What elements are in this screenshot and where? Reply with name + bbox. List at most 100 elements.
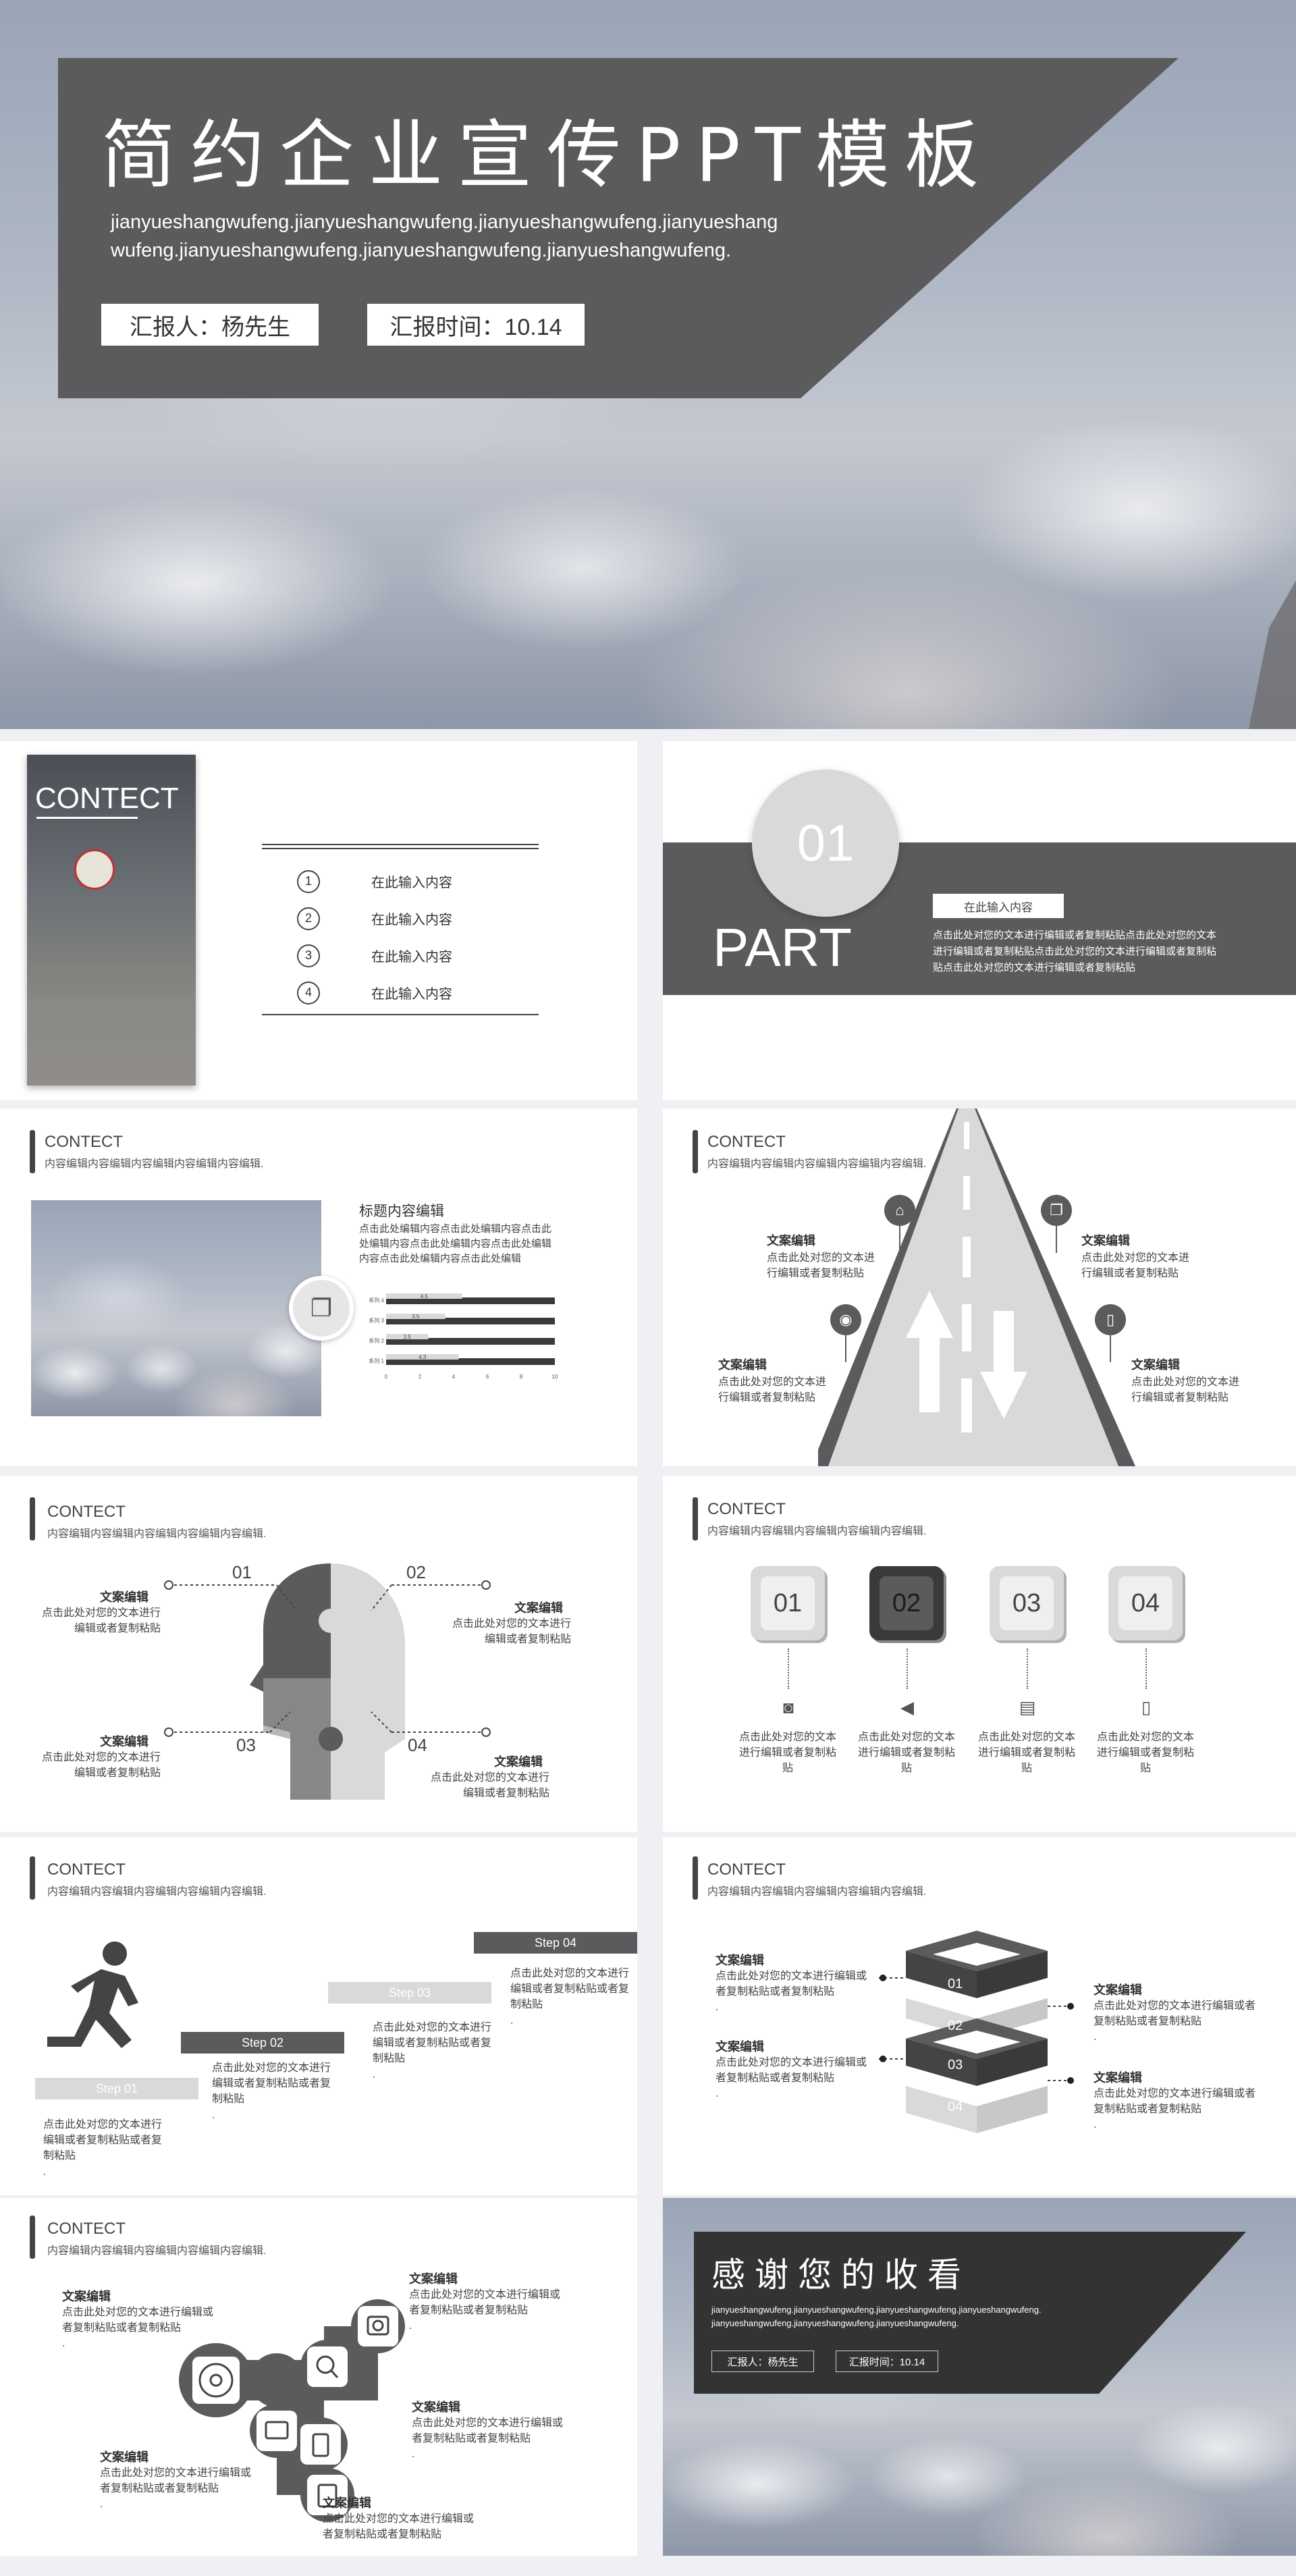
layer-item-dot: .: [1094, 2031, 1097, 2043]
key-connector: [907, 1648, 908, 1689]
key-text: 点击此处对您的文本进行编辑或者复制粘贴: [977, 1732, 1075, 1775]
key-connector: [1027, 1648, 1028, 1689]
part-text: 点击此处对您的文本进行编辑或者复制粘贴点击此处对您的文本进行编辑或者复制粘贴点击…: [933, 930, 1217, 973]
hex-item-dot: .: [409, 2320, 412, 2332]
toc-item[interactable]: 1 在此输入内容: [297, 863, 452, 900]
step-text-dot: .: [510, 2014, 514, 2027]
puzzle-item-title: 文案编辑: [514, 1601, 563, 1615]
slide-subtitle: 内容编辑内容编辑内容编辑内容编辑内容编辑.: [47, 2245, 267, 2257]
cover-slide: 简约企业宣传PPT模板 jianyueshangwufeng.jianyuesh…: [0, 0, 1296, 729]
toc-top-rule-2: [262, 848, 539, 849]
chart-data-label: 4.5: [421, 1293, 429, 1299]
hex-item-title: 文案编辑: [62, 2290, 111, 2303]
key-tile-04[interactable]: 04: [1108, 1566, 1183, 1640]
toc-item-label: 在此输入内容: [371, 987, 452, 1002]
toc-item-number: 2: [297, 907, 320, 930]
puzzle-item-text: 点击此处对您的文本进行编辑或者复制粘贴: [41, 1607, 161, 1635]
hex-item-text: 点击此处对您的文本进行编辑或者复制粘贴或者复制粘贴.: [62, 2305, 219, 2352]
toc-photo-sign: [74, 849, 115, 890]
layer-item-text: 点击此处对您的文本进行编辑或者复制粘贴或者复制粘贴.: [716, 2055, 871, 2102]
hex-item-dot: .: [100, 2498, 103, 2511]
hex-item-dot: .: [62, 2338, 65, 2350]
slide-title: CONTECT: [707, 1500, 786, 1518]
puzzle-item-title: 文案编辑: [494, 1755, 543, 1769]
slide-title: CONTECT: [45, 1133, 123, 1151]
step-text-body: 点击此处对您的文本进行编辑或者复制粘贴或者复制粘贴: [212, 2062, 331, 2105]
toc-item[interactable]: 4 在此输入内容: [297, 974, 452, 1011]
pin-doc-icon: ❐: [1041, 1195, 1072, 1226]
hex-item-dot: .: [412, 2448, 415, 2461]
document-icon: ❐: [289, 1276, 354, 1341]
step-bar-03: Step 03: [328, 1982, 491, 2004]
slide-subtitle: 内容编辑内容编辑内容编辑内容编辑内容编辑.: [707, 1526, 927, 1537]
road-slide: ⌂ ❐ ◉ ▯ CONTECT 内容编辑内容编辑内容编辑内容编辑内容编辑. 文案…: [663, 1108, 1296, 1466]
key-tile-02[interactable]: 02: [869, 1566, 944, 1640]
chart-slide: CONTECT 内容编辑内容编辑内容编辑内容编辑内容编辑. ❐ 标题内容编辑 点…: [0, 1108, 637, 1466]
puzzle-num: 04: [408, 1735, 427, 1755]
slide-title: CONTECT: [47, 2220, 126, 2238]
part-tag: 在此输入内容: [933, 894, 1064, 918]
key-text: 点击此处对您的文本进行编辑或者复制粘贴: [738, 1732, 836, 1775]
document-icon: ▤: [1019, 1696, 1036, 1717]
key-connector: [1145, 1648, 1147, 1689]
layer-item-text: 点击此处对您的文本进行编辑或者复制粘贴或者复制粘贴.: [1094, 1998, 1256, 2045]
chart-tick-label: 8: [520, 1374, 523, 1380]
key-tile-03[interactable]: 03: [990, 1566, 1064, 1640]
step-bar-04: Step 04: [474, 1932, 637, 1954]
road-item-title: 文案编辑: [1081, 1234, 1130, 1247]
puzzle-item-text: 点击此处对您的文本进行编辑或者复制粘贴: [452, 1618, 571, 1646]
hex-item-body: 点击此处对您的文本进行编辑或者复制粘贴或者复制粘贴: [409, 2289, 561, 2317]
hex-item-title: 文案编辑: [412, 2400, 460, 2414]
road-item-title: 文案编辑: [1131, 1358, 1180, 1372]
layer-item-dot: .: [1094, 2119, 1097, 2131]
play-icon: ◀: [900, 1696, 914, 1717]
step-text-dot: .: [212, 2109, 215, 2121]
layers-slide: CONTECT 内容编辑内容编辑内容编辑内容编辑内容编辑. 01 02 03 0…: [663, 1837, 1296, 2195]
chart-category-label: 系列 4: [369, 1297, 384, 1304]
step-bar-02: Step 02: [181, 2032, 344, 2054]
step-text-body: 点击此处对您的文本进行编辑或者复制粘贴或者复制粘贴: [373, 2022, 492, 2065]
layer-item-body: 点击此处对您的文本进行编辑或者复制粘贴或者复制粘贴: [1094, 2088, 1256, 2116]
key-text: 点击此处对您的文本进行编辑或者复制粘贴: [857, 1732, 955, 1775]
chart-heading: 标题内容编辑: [359, 1204, 444, 1219]
part-slide: 01 PART 在此输入内容 点击此处对您的文本进行编辑或者复制粘贴点击此处对您…: [663, 741, 1296, 1100]
chart-text: 点击此处编辑内容点击此处编辑内容点击此处编辑内容点击此处编辑内容点击此处编辑内容…: [359, 1223, 552, 1264]
slide-subtitle: 内容编辑内容编辑内容编辑内容编辑内容编辑.: [45, 1158, 264, 1170]
toc-photo-floor: [27, 998, 196, 1085]
toc-heading-underline: [36, 817, 138, 819]
toc-item[interactable]: 3 在此输入内容: [297, 937, 452, 974]
pin-tag-icon: ⌂: [884, 1195, 915, 1226]
puzzle-num: 03: [236, 1735, 256, 1755]
slide-accent-bar: [693, 1130, 698, 1173]
road-item-text: 点击此处对您的文本进行编辑或者复制粘贴: [767, 1252, 875, 1280]
toc-top-rule: [262, 844, 539, 845]
key-tile-01[interactable]: 01: [751, 1566, 825, 1640]
layer-item-title: 文案编辑: [1094, 1983, 1142, 1997]
pin-phone-icon: ▯: [1095, 1304, 1126, 1335]
ending-slide: 感谢您的收看 jianyueshangwufeng.jianyueshangwu…: [663, 2198, 1296, 2556]
step-text: 点击此处对您的文本进行编辑或者复制粘贴或者复制粘贴.: [212, 2060, 340, 2123]
layer-item-body: 点击此处对您的文本进行编辑或者复制粘贴或者复制粘贴: [716, 1970, 867, 1998]
cloud-photo: [31, 1200, 321, 1416]
puzzle-head-slide: CONTECT 内容编辑内容编辑内容编辑内容编辑内容编辑. 01 02 03 0…: [0, 1476, 637, 1832]
pin-line: [845, 1335, 846, 1362]
chart-category-label: 系列 2: [369, 1337, 384, 1344]
pin-camera-icon: ◉: [830, 1304, 861, 1335]
slide-accent-bar: [30, 1130, 35, 1173]
toc-item[interactable]: 2 在此输入内容: [297, 900, 452, 937]
road-item-text: 点击此处对您的文本进行编辑或者复制粘贴: [718, 1376, 827, 1404]
slide-subtitle: 内容编辑内容编辑内容编辑内容编辑内容编辑.: [47, 1886, 267, 1898]
chart-tick-label: 4: [452, 1374, 456, 1380]
toc-item-number: 3: [297, 944, 320, 967]
ending-time-badge: 汇报时间：10.14: [836, 2351, 938, 2372]
hex-item-text: 点击此处对您的文本进行编辑或者复制粘贴或者复制粘贴.: [100, 2465, 256, 2513]
toc-list: 1 在此输入内容 2 在此输入内容 3 在此输入内容 4 在此输入内容: [297, 863, 452, 1011]
chart-data-label: 3.5: [412, 1314, 420, 1320]
layer-item-body: 点击此处对您的文本进行编辑或者复制粘贴或者复制粘贴: [716, 2057, 867, 2085]
hex-item-body: 点击此处对您的文本进行编辑或者复制粘贴或者复制粘贴: [412, 2417, 564, 2445]
road-item-title: 文案编辑: [718, 1358, 767, 1372]
toc-bottom-rule: [262, 1014, 539, 1015]
slide-subtitle: 内容编辑内容编辑内容编辑内容编辑内容编辑.: [707, 1158, 927, 1170]
step-text: 点击此处对您的文本进行编辑或者复制粘贴或者复制粘贴.: [510, 1966, 632, 2029]
chart-category-label: 系列 3: [369, 1317, 384, 1324]
